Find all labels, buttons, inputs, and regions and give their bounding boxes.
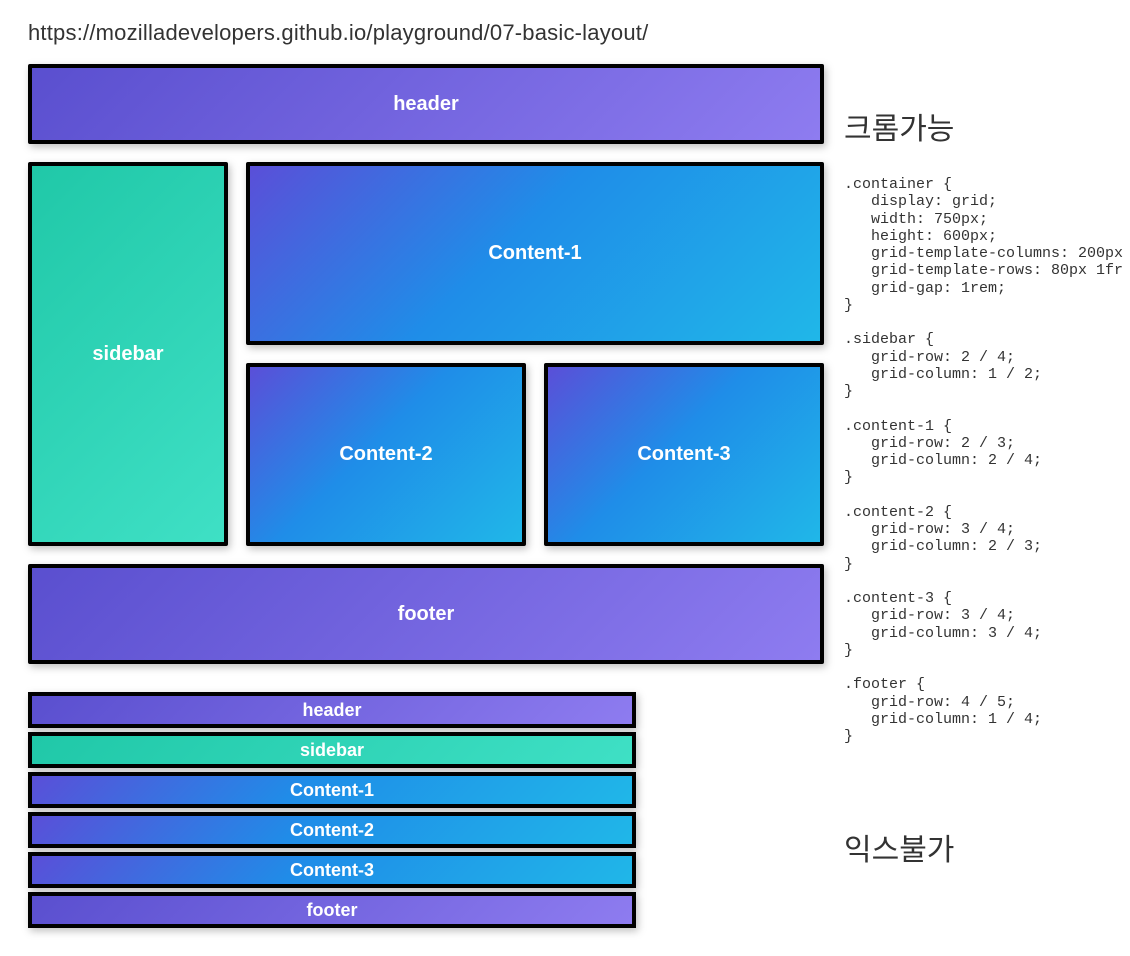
- stack-header: header: [28, 692, 636, 728]
- stack-content-2: Content-2: [28, 812, 636, 848]
- stack-content-3: Content-3: [28, 852, 636, 888]
- stack-sidebar: sidebar: [28, 732, 636, 768]
- stack-footer: footer: [28, 892, 636, 928]
- grid-content-1: Content-1: [246, 162, 824, 345]
- grid-footer: footer: [28, 564, 824, 664]
- heading-ie-unsupported: 익스불가: [844, 825, 1124, 869]
- grid-content-2: Content-2: [246, 363, 526, 546]
- css-code-block: .container { display: grid; width: 750px…: [844, 176, 1124, 745]
- stacked-layout-demo: header sidebar Content-1 Content-2 Conte…: [28, 692, 636, 928]
- left-column: header sidebar Content-1 Content-2 Conte…: [28, 64, 824, 932]
- grid-sidebar: sidebar: [28, 162, 228, 546]
- grid-header: header: [28, 64, 824, 144]
- stack-content-1: Content-1: [28, 772, 636, 808]
- grid-content-3: Content-3: [544, 363, 824, 546]
- grid-layout-demo: header sidebar Content-1 Content-2 Conte…: [28, 64, 824, 664]
- right-column: 크롬가능 .container { display: grid; width: …: [824, 64, 1124, 897]
- columns: header sidebar Content-1 Content-2 Conte…: [28, 64, 1110, 932]
- source-url: https://mozilladevelopers.github.io/play…: [28, 20, 1110, 46]
- heading-chrome-supported: 크롬가능: [844, 104, 1124, 148]
